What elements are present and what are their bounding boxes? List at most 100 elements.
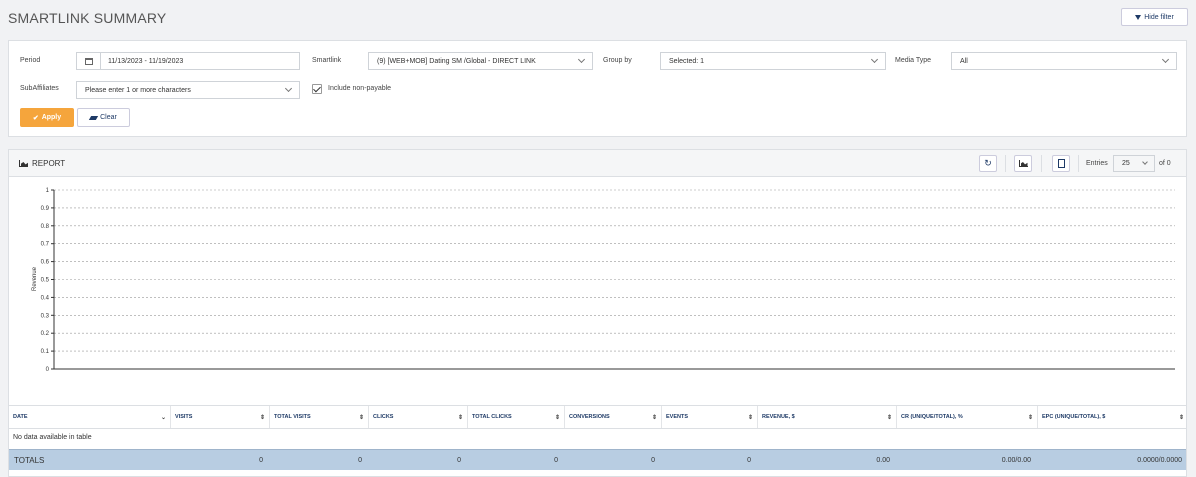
sort-icon[interactable]: ⇕ — [1028, 414, 1033, 421]
clear-label: Clear — [100, 114, 117, 121]
sort-icon[interactable]: ⇕ — [458, 414, 463, 421]
area-chart-icon — [1018, 160, 1028, 167]
subaffiliates-placeholder: Please enter 1 or more characters — [85, 86, 191, 94]
column-header-label: CR (UNIQUE/TOTAL), % — [901, 414, 963, 420]
chevron-down-icon — [1161, 55, 1170, 64]
column-header-label: EVENTS — [666, 414, 689, 420]
totals-cell: 0.00/0.00 — [1001, 457, 1031, 464]
entries-select[interactable]: 25 — [1113, 155, 1155, 172]
column-header-label: CLICKS — [373, 414, 394, 420]
group-by-value: Selected: 1 — [669, 57, 705, 65]
column-header[interactable]: TOTAL VISITS ⇕ — [269, 406, 368, 428]
totals-cell: 0 — [554, 457, 558, 464]
totals-row: TOTALS 0 0 0 0 0 0 0.00 0.00/0.00 0.0000/0.0000 — [9, 449, 1186, 470]
group-by-label: Group by — [603, 57, 632, 64]
totals-cell: 0 — [457, 457, 461, 464]
chevron-down-icon — [284, 84, 293, 93]
area-chart-icon — [19, 160, 28, 167]
sort-icon[interactable]: ⇕ — [555, 414, 560, 421]
column-header[interactable]: TOTAL CLICKS ⇕ — [467, 406, 564, 428]
media-type-label: Media Type — [895, 57, 932, 64]
period-date-range-input[interactable]: 11/13/2023 - 11/19/2023 — [76, 52, 300, 70]
export-button[interactable] — [1052, 155, 1070, 172]
totals-cell: 0 — [358, 457, 362, 464]
y-tick-label: 0.5 — [41, 278, 50, 284]
table-header: DATE ⌄ VISITS ⇕ TOTAL VISITS ⇕ CLICKS ⇕ TOTAL CL… — [9, 405, 1186, 429]
hide-filter-label: Hide filter — [1144, 13, 1174, 21]
sort-desc-icon[interactable]: ⌄ — [161, 414, 166, 421]
column-header[interactable]: DATE ⌄ — [9, 406, 170, 428]
column-header-label: REVENUE, $ — [762, 414, 795, 420]
apply-label: Apply — [41, 114, 62, 121]
totals-cell: 0 — [259, 457, 263, 464]
revenue-chart: 0 0.1 0.2 0.3 0.4 0.5 0.6 0.7 0.8 0.9 1 Revenue — [32, 188, 1175, 373]
sort-icon[interactable]: ⇕ — [260, 414, 265, 421]
include-nonpayable-checkbox[interactable] — [312, 84, 322, 94]
calendar-icon[interactable] — [77, 53, 101, 69]
period-value: 11/13/2023 - 11/19/2023 — [108, 57, 184, 65]
sort-icon[interactable]: ⇕ — [748, 414, 753, 421]
filter-icon — [1135, 14, 1142, 20]
eraser-icon — [88, 115, 99, 120]
report-title-text: REPORT — [32, 159, 66, 168]
column-header-label: CONVERSIONS — [569, 414, 610, 420]
smartlink-value: (9) [WEB+MOB] Dating SM /Global - DIRECT… — [377, 57, 536, 65]
sort-icon[interactable]: ⇕ — [359, 414, 364, 421]
media-type-select[interactable]: All — [951, 52, 1177, 70]
chevron-down-icon — [1142, 159, 1148, 165]
smartlink-select[interactable]: (9) [WEB+MOB] Dating SM /Global - DIRECT… — [368, 52, 593, 70]
smartlink-label: Smartlink — [312, 57, 342, 64]
column-header[interactable]: EPC (UNIQUE/TOTAL), $ ⇕ — [1037, 406, 1188, 428]
y-tick-label: 0.2 — [41, 331, 50, 337]
column-header[interactable]: VISITS ⇕ — [170, 406, 269, 428]
y-axis-label: Revenue — [32, 266, 38, 291]
refresh-icon: ↻ — [984, 158, 992, 168]
column-header[interactable]: CONVERSIONS ⇕ — [564, 406, 661, 428]
column-header-label: VISITS — [175, 414, 193, 420]
media-type-value: All — [960, 57, 968, 65]
entries-value: 25 — [1122, 160, 1130, 167]
column-header[interactable]: CR (UNIQUE/TOTAL), % ⇕ — [896, 406, 1037, 428]
period-label: Period — [20, 57, 41, 64]
report-header: REPORT ↻ Entries 25 of 0 — [9, 150, 1186, 177]
sort-icon[interactable]: ⇕ — [1179, 414, 1184, 421]
y-tick-label: 0.7 — [41, 242, 50, 248]
entries-count: of 0 — [1159, 160, 1171, 167]
page-title: SMARTLINK SUMMARY — [8, 10, 167, 26]
y-tick-label: 0 — [46, 367, 50, 373]
refresh-button[interactable]: ↻ — [979, 155, 997, 172]
column-header-label: DATE — [13, 414, 28, 420]
include-nonpayable-label: Include non-payable — [328, 85, 392, 92]
y-tick-label: 0.9 — [41, 206, 50, 212]
report-panel: REPORT ↻ Entries 25 of 0 0 0.1 0.2 0.3 0.4 0.… — [8, 149, 1187, 477]
sort-icon[interactable]: ⇕ — [887, 414, 892, 421]
column-header-label: EPC (UNIQUE/TOTAL), $ — [1042, 414, 1106, 420]
empty-table-message: No data available in table — [13, 434, 92, 441]
check-icon: ✔ — [32, 114, 39, 122]
totals-cell: 0 — [747, 457, 751, 464]
column-header-label: TOTAL CLICKS — [472, 414, 512, 420]
apply-button[interactable]: ✔ Apply — [20, 108, 74, 127]
subaffiliates-label: SubAffiliates — [20, 85, 59, 92]
sort-icon[interactable]: ⇕ — [652, 414, 657, 421]
totals-label: TOTALS — [14, 456, 45, 465]
group-by-select[interactable]: Selected: 1 — [660, 52, 886, 70]
clear-button[interactable]: Clear — [77, 108, 130, 127]
entries-label: Entries — [1086, 160, 1108, 167]
totals-cell: 0.00 — [876, 457, 890, 464]
column-header[interactable]: REVENUE, $ ⇕ — [757, 406, 896, 428]
toolbar-divider — [1078, 155, 1079, 172]
totals-cell: 0.0000/0.0000 — [1137, 457, 1182, 464]
hide-filter-button[interactable]: Hide filter — [1121, 8, 1188, 26]
column-header[interactable]: EVENTS ⇕ — [661, 406, 757, 428]
export-icon — [1057, 159, 1065, 168]
report-title: REPORT — [19, 159, 65, 168]
subaffiliates-input[interactable]: Please enter 1 or more characters — [76, 81, 300, 99]
chevron-down-icon — [577, 55, 586, 64]
y-tick-label: 0.4 — [41, 295, 50, 301]
chart-toggle-button[interactable] — [1014, 155, 1032, 172]
y-tick-label: 0.6 — [41, 260, 50, 266]
y-tick-label: 0.8 — [41, 224, 50, 230]
toolbar-divider — [1005, 155, 1006, 172]
column-header[interactable]: CLICKS ⇕ — [368, 406, 467, 428]
